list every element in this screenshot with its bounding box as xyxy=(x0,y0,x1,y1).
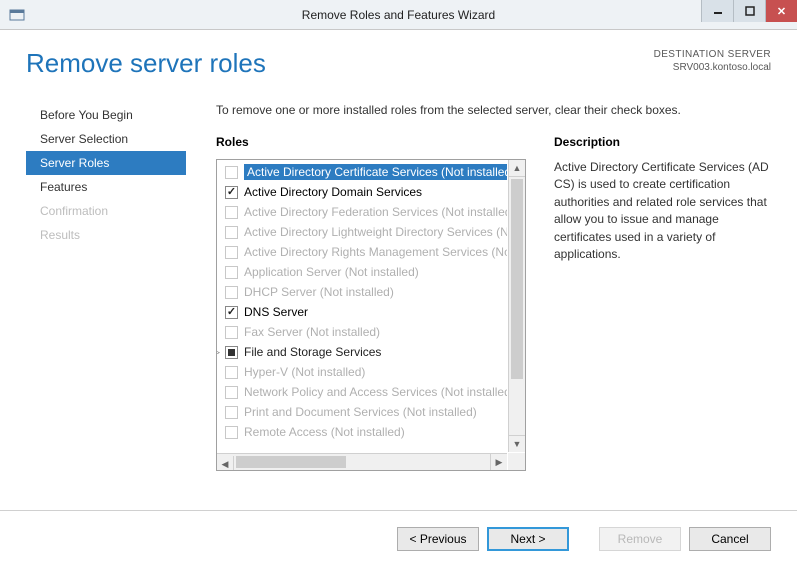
description-text: Active Directory Certificate Services (A… xyxy=(554,159,771,263)
role-checkbox xyxy=(225,366,238,379)
role-checkbox xyxy=(225,386,238,399)
role-label: DHCP Server (Not installed) xyxy=(244,285,394,299)
role-label: Active Directory Federation Services (No… xyxy=(244,205,507,219)
app-icon xyxy=(8,6,26,24)
description-heading: Description xyxy=(554,135,771,149)
role-checkbox xyxy=(225,246,238,259)
minimize-button[interactable] xyxy=(701,0,733,22)
role-row[interactable]: Remote Access (Not installed) xyxy=(217,422,507,442)
sidebar-item-before-you-begin[interactable]: Before You Begin xyxy=(26,103,186,127)
previous-button[interactable]: < Previous xyxy=(397,527,479,551)
role-label: DNS Server xyxy=(244,305,308,319)
roles-listbox[interactable]: Active Directory Certificate Services (N… xyxy=(216,159,526,471)
role-row[interactable]: ▷ File and Storage Services xyxy=(217,342,507,362)
cancel-button[interactable]: Cancel xyxy=(689,527,771,551)
role-checkbox xyxy=(225,406,238,419)
scroll-thumb[interactable] xyxy=(511,179,523,379)
next-button[interactable]: Next > xyxy=(487,527,569,551)
role-checkbox[interactable] xyxy=(225,186,238,199)
role-row[interactable]: Active Directory Certificate Services (N… xyxy=(217,162,507,182)
role-label: Application Server (Not installed) xyxy=(244,265,419,279)
role-row[interactable]: Active Directory Rights Management Servi… xyxy=(217,242,507,262)
vertical-scrollbar[interactable]: ▲ ▼ xyxy=(508,160,525,452)
remove-button: Remove xyxy=(599,527,681,551)
maximize-button[interactable] xyxy=(733,0,765,22)
window-title: Remove Roles and Features Wizard xyxy=(0,8,797,22)
role-checkbox xyxy=(225,286,238,299)
role-checkbox xyxy=(225,326,238,339)
role-label: Print and Document Services (Not install… xyxy=(244,405,477,419)
scroll-up-arrow-icon[interactable]: ▲ xyxy=(509,160,525,177)
role-checkbox xyxy=(225,426,238,439)
sidebar-item-results: Results xyxy=(26,223,186,247)
roles-heading: Roles xyxy=(216,135,526,149)
role-row[interactable]: Active Directory Federation Services (No… xyxy=(217,202,507,222)
button-bar: < Previous Next > Remove Cancel xyxy=(0,510,797,566)
role-label: Fax Server (Not installed) xyxy=(244,325,380,339)
sidebar-item-confirmation: Confirmation xyxy=(26,199,186,223)
page-title: Remove server roles xyxy=(26,48,266,79)
role-checkbox xyxy=(225,206,238,219)
role-label: Hyper-V (Not installed) xyxy=(244,365,365,379)
role-label: Active Directory Rights Management Servi… xyxy=(244,245,507,259)
role-checkbox xyxy=(225,166,238,179)
role-checkbox xyxy=(225,266,238,279)
role-label: Remote Access (Not installed) xyxy=(244,425,405,439)
role-row[interactable]: Active Directory Domain Services xyxy=(217,182,507,202)
sidebar-item-server-selection[interactable]: Server Selection xyxy=(26,127,186,151)
role-row[interactable]: DNS Server xyxy=(217,302,507,322)
expand-icon[interactable]: ▷ xyxy=(217,347,223,358)
destination-label: DESTINATION SERVER xyxy=(654,48,771,61)
horizontal-scrollbar[interactable]: ◀ ▶ xyxy=(217,453,507,470)
destination-value: SRV003.kontoso.local xyxy=(654,61,771,74)
role-checkbox[interactable] xyxy=(225,346,238,359)
role-row[interactable]: DHCP Server (Not installed) xyxy=(217,282,507,302)
sidebar-item-server-roles[interactable]: Server Roles xyxy=(26,151,186,175)
role-row[interactable]: Network Policy and Access Services (Not … xyxy=(217,382,507,402)
sidebar-item-features[interactable]: Features xyxy=(26,175,186,199)
role-label: File and Storage Services xyxy=(244,345,381,359)
role-label: Network Policy and Access Services (Not … xyxy=(244,385,507,399)
role-row[interactable]: Hyper-V (Not installed) xyxy=(217,362,507,382)
role-row[interactable]: Fax Server (Not installed) xyxy=(217,322,507,342)
scroll-corner xyxy=(508,453,525,470)
role-checkbox[interactable] xyxy=(225,306,238,319)
role-row[interactable]: Application Server (Not installed) xyxy=(217,262,507,282)
role-label: Active Directory Domain Services xyxy=(244,185,422,199)
scroll-down-arrow-icon[interactable]: ▼ xyxy=(509,435,525,452)
scroll-right-arrow-icon[interactable]: ▶ xyxy=(490,454,507,471)
scroll-left-arrow-icon[interactable]: ◀ xyxy=(217,456,234,471)
role-label: Active Directory Lightweight Directory S… xyxy=(244,225,507,239)
role-checkbox xyxy=(225,226,238,239)
destination-server-block: DESTINATION SERVER SRV003.kontoso.local xyxy=(654,48,771,74)
titlebar: Remove Roles and Features Wizard ✕ xyxy=(0,0,797,30)
instruction-text: To remove one or more installed roles fr… xyxy=(216,103,771,117)
scroll-thumb-h[interactable] xyxy=(236,456,346,468)
role-label: Active Directory Certificate Services (N… xyxy=(244,164,507,180)
role-row[interactable]: Active Directory Lightweight Directory S… xyxy=(217,222,507,242)
close-button[interactable]: ✕ xyxy=(765,0,797,22)
role-row[interactable]: Print and Document Services (Not install… xyxy=(217,402,507,422)
wizard-sidebar: Before You BeginServer SelectionServer R… xyxy=(26,103,186,471)
